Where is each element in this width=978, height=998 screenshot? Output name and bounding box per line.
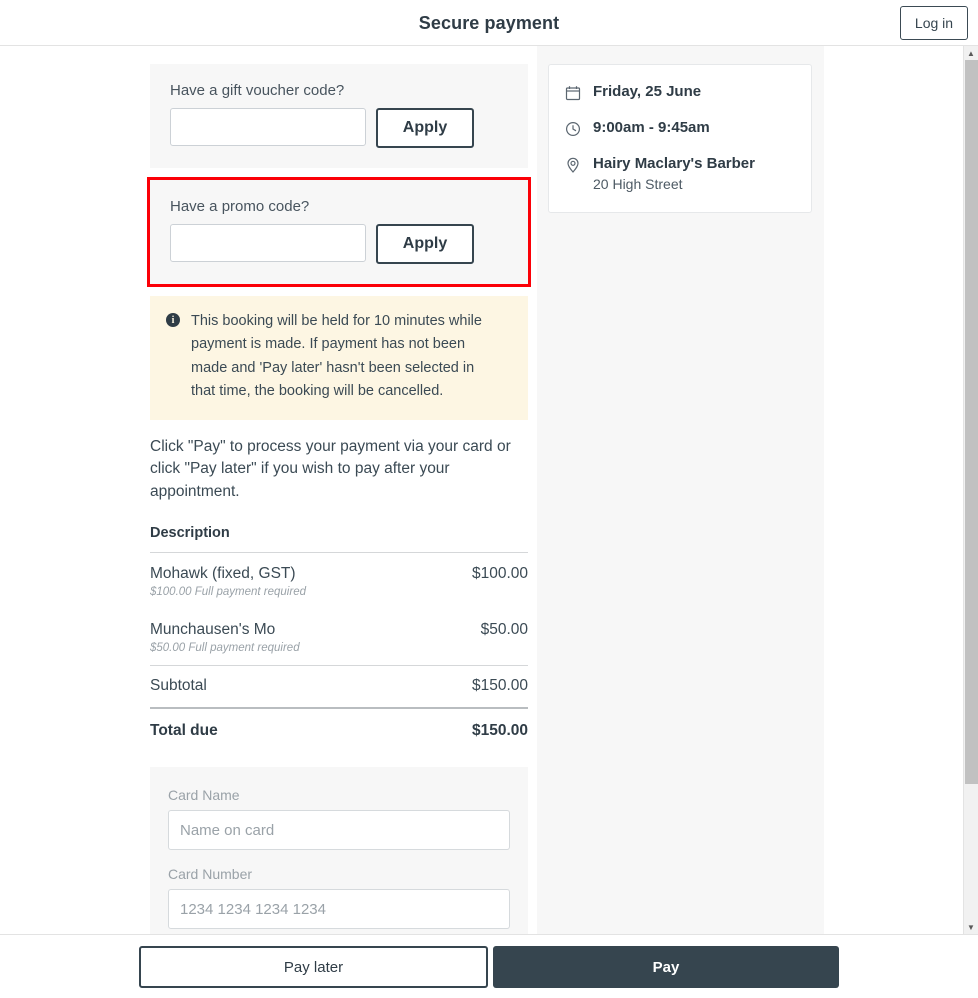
calendar-icon: [565, 85, 581, 101]
summary-location-text: Hairy Maclary's Barber 20 High Street: [593, 155, 755, 192]
total-due-value: $150.00: [471, 722, 528, 740]
summary-date: Friday, 25 June: [593, 83, 702, 100]
pay-button[interactable]: Pay: [493, 946, 839, 988]
total-due-row: Total due $150.00: [150, 709, 528, 753]
promo-code-label: Have a promo code?: [170, 198, 310, 215]
promo-code-apply-button[interactable]: Apply: [376, 224, 474, 264]
card-number-label: Card Number: [168, 866, 253, 883]
payment-main-column: Have a gift voucher code? Apply Have a p…: [147, 64, 531, 934]
booking-summary-card: Friday, 25 June 9:00am - 9:45am Hairy Ma…: [548, 64, 812, 213]
card-details-form: Card Name Card Number Expires: [150, 767, 528, 934]
scrollbar-up-arrow-icon[interactable]: ▲: [964, 46, 978, 60]
pay-later-button[interactable]: Pay later: [139, 946, 488, 988]
summary-address: 20 High Street: [593, 176, 683, 192]
line-item-price: $50.00: [480, 621, 528, 639]
order-line-item: Mohawk (fixed, GST) $100.00 $100.00 Full…: [150, 553, 528, 609]
promo-code-row: Apply: [170, 224, 508, 264]
info-circle-icon: i: [166, 313, 180, 327]
line-item-name: Munchausen's Mo: [150, 621, 276, 639]
line-item-note: $50.00 Full payment required: [150, 642, 300, 655]
subtotal-label: Subtotal: [150, 677, 207, 695]
summary-time: 9:00am - 9:45am: [593, 119, 710, 136]
promo-code-input[interactable]: [170, 224, 366, 262]
gift-voucher-apply-button[interactable]: Apply: [376, 108, 474, 148]
summary-venue: Hairy Maclary's Barber: [593, 155, 755, 172]
gift-voucher-input[interactable]: [170, 108, 366, 146]
booking-summary-panel: Friday, 25 June 9:00am - 9:45am Hairy Ma…: [537, 46, 824, 934]
line-item-name: Mohawk (fixed, GST): [150, 565, 296, 583]
app-header: Secure payment Log in: [0, 0, 978, 46]
page-title: Secure payment: [418, 13, 560, 33]
payment-scroll-region: Friday, 25 June 9:00am - 9:45am Hairy Ma…: [0, 46, 978, 934]
map-pin-icon: [565, 157, 581, 173]
card-name-input[interactable]: [168, 810, 510, 851]
gift-voucher-section: Have a gift voucher code? Apply: [150, 64, 528, 168]
booking-hold-notice: i This booking will be held for 10 minut…: [150, 296, 528, 420]
line-item-note: $100.00 Full payment required: [150, 586, 306, 599]
payment-instructions: Click "Pay" to process your payment via …: [150, 437, 511, 500]
gift-voucher-row: Apply: [170, 108, 508, 148]
order-line-item: Munchausen's Mo $50.00 $50.00 Full payme…: [150, 609, 528, 667]
order-summary-table: Description Mohawk (fixed, GST) $100.00 …: [150, 525, 528, 753]
order-description-header: Description: [150, 525, 528, 554]
clock-icon: [565, 121, 581, 137]
total-due-label: Total due: [150, 722, 218, 740]
line-item-price: $100.00: [471, 565, 528, 583]
gift-voucher-label: Have a gift voucher code?: [170, 82, 345, 99]
summary-time-row: 9:00am - 9:45am: [565, 119, 795, 137]
page-scrollbar[interactable]: ▲ ▼: [963, 46, 978, 934]
subtotal-row: Subtotal $150.00: [150, 666, 528, 710]
summary-location-row: Hairy Maclary's Barber 20 High Street: [565, 155, 795, 192]
card-name-label: Card Name: [168, 787, 240, 804]
card-number-input[interactable]: [168, 889, 510, 930]
payment-footer: Pay later Pay: [0, 934, 978, 998]
promo-code-section: Have a promo code? Apply: [147, 177, 531, 287]
scrollbar-thumb[interactable]: [965, 60, 978, 784]
booking-hold-notice-text: This booking will be held for 10 minutes…: [191, 313, 482, 400]
summary-date-row: Friday, 25 June: [565, 83, 795, 101]
scrollbar-down-arrow-icon[interactable]: ▼: [964, 920, 978, 934]
login-button[interactable]: Log in: [900, 6, 968, 40]
subtotal-value: $150.00: [471, 677, 528, 695]
